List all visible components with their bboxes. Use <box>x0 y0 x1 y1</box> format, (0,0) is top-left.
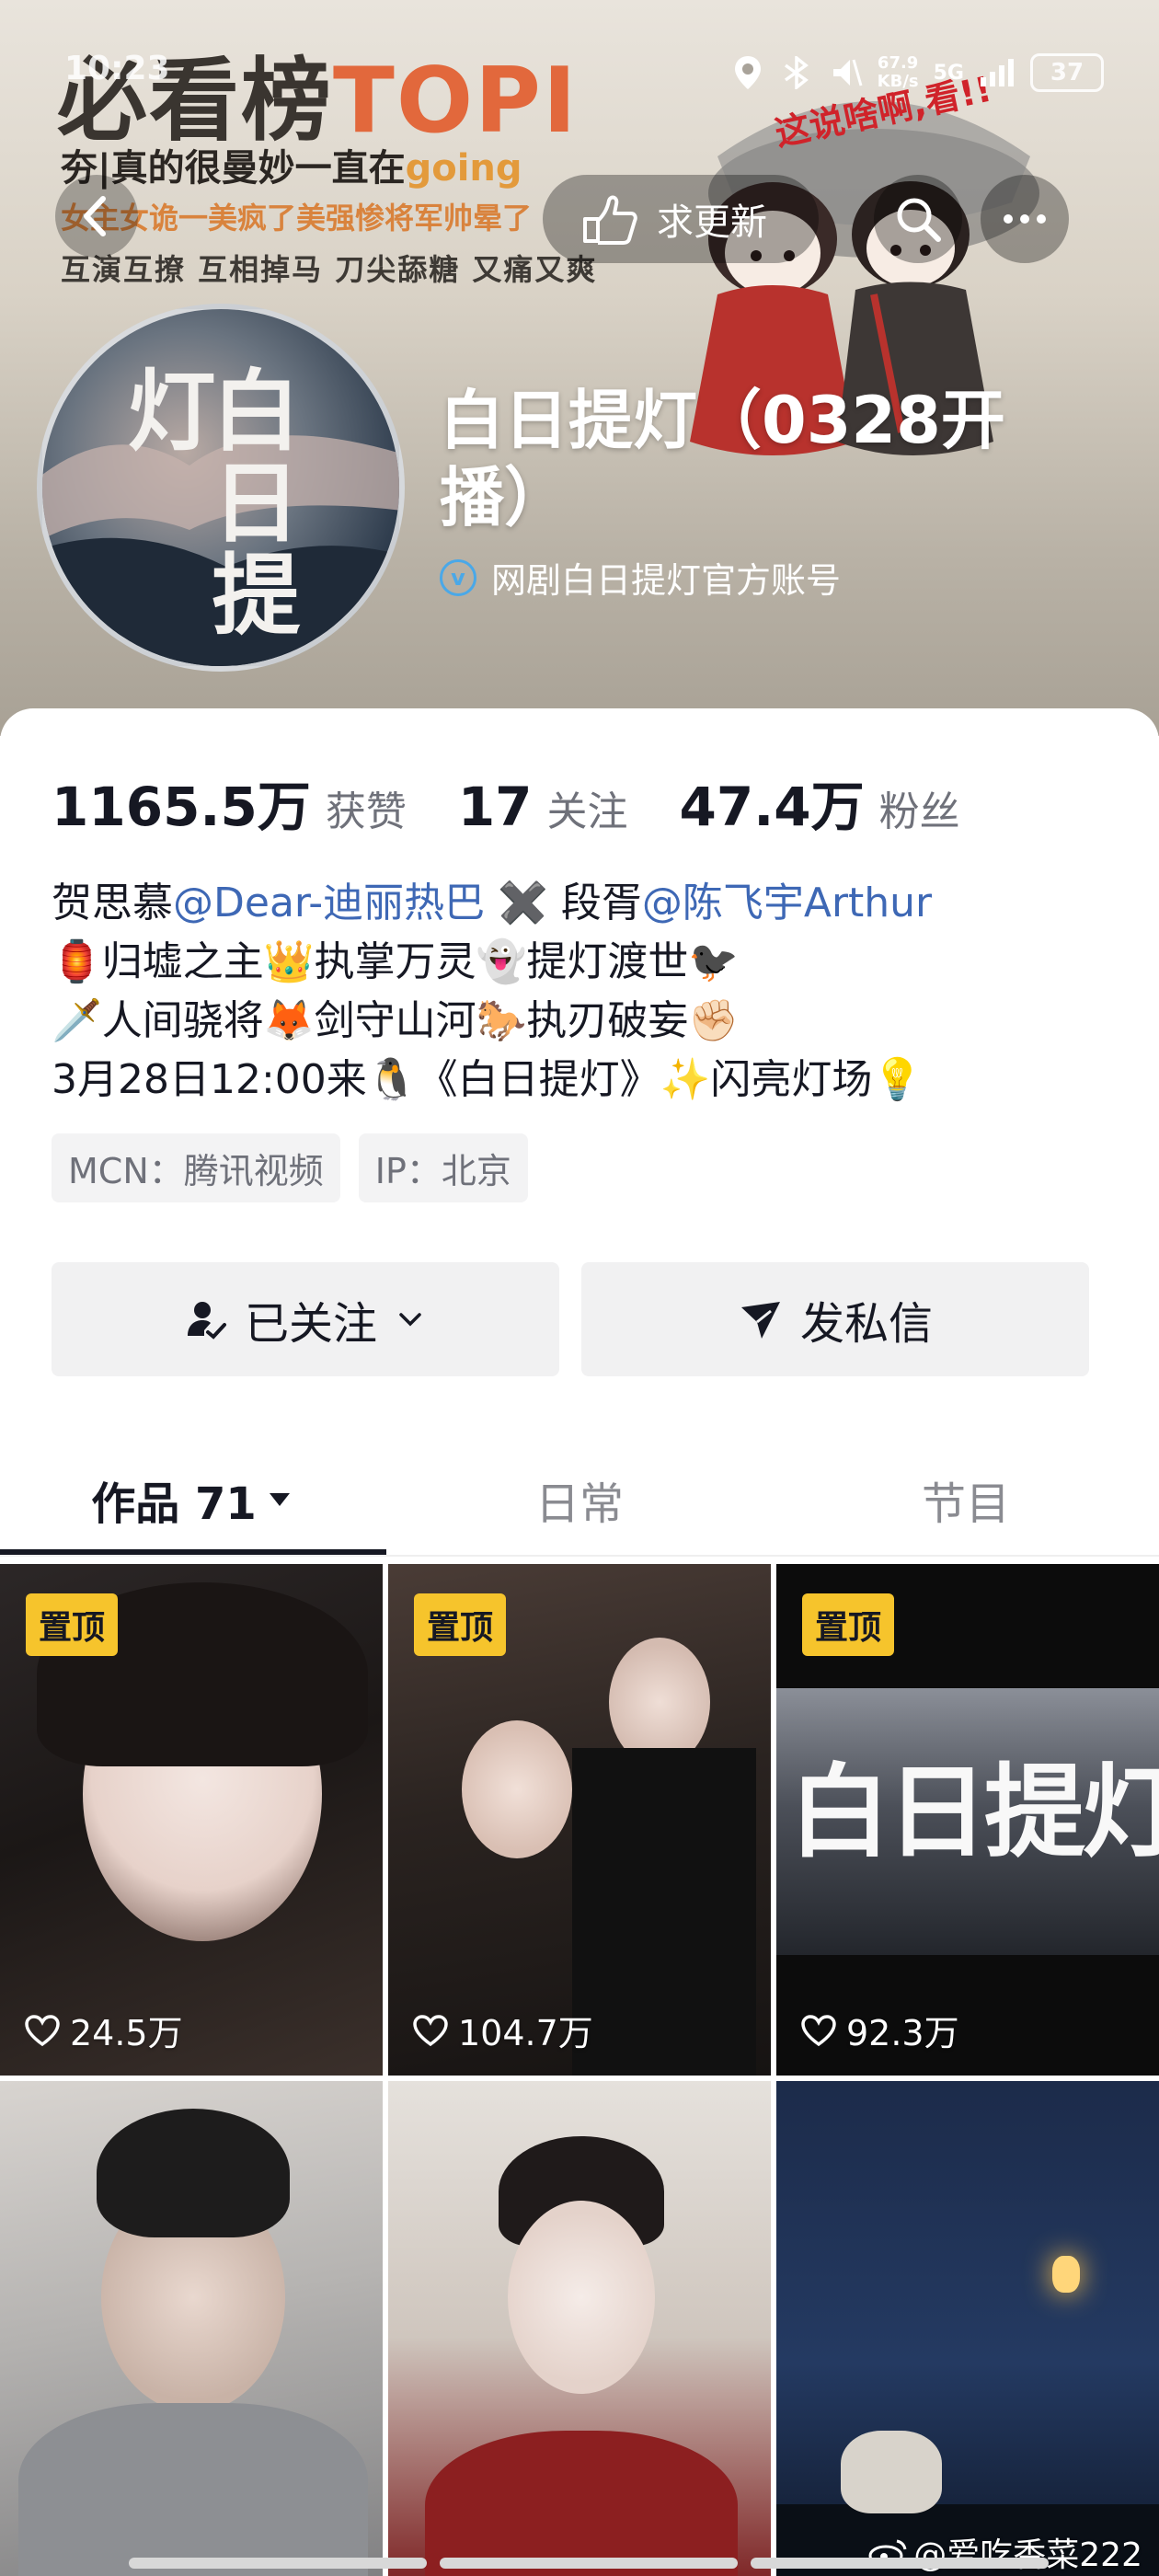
chevron-down-icon <box>399 1313 421 1327</box>
bluetooth-icon <box>784 56 809 89</box>
figure-coat <box>572 1748 756 2076</box>
likes-count: 1165.5万 <box>52 776 311 838</box>
like-count: 104.7万 <box>412 2005 593 2055</box>
message-button[interactable]: 发私信 <box>581 1262 1089 1376</box>
like-count: 92.3万 <box>800 2005 959 2055</box>
figures-shape <box>841 2431 942 2513</box>
avatar[interactable]: 白日提灯 <box>37 304 405 672</box>
verification-text: 网剧白日提灯官方账号 <box>491 560 842 601</box>
indicator-bar <box>129 2558 427 2569</box>
like-count-text: 104.7万 <box>458 2013 593 2053</box>
mute-icon <box>832 59 863 86</box>
verification: v 网剧白日提灯官方账号 <box>440 552 841 603</box>
followed-label: 已关注 <box>244 1298 377 1350</box>
heart-icon <box>801 2014 836 2046</box>
like-count: 24.5万 <box>24 2005 183 2055</box>
heart-icon <box>25 2014 60 2046</box>
more-dot-icon <box>1004 214 1013 224</box>
tab-works[interactable]: 作品 71 <box>0 1444 386 1555</box>
hair-shape <box>97 2109 290 2237</box>
video-thumbnail[interactable]: 置顶 104.7万 <box>388 1564 771 2076</box>
red-robe-shape <box>425 2431 738 2576</box>
back-arrow-icon <box>84 196 106 236</box>
bio-line: 🏮归墟之主👑执掌万灵👻提灯渡世🐦‍⬛ <box>52 938 740 985</box>
following-label[interactable]: 关注 <box>547 778 628 837</box>
message-label: 发私信 <box>799 1298 933 1350</box>
armor-shape <box>18 2403 368 2576</box>
following-count[interactable]: 17 <box>458 776 533 838</box>
video-thumbnail[interactable] <box>388 2081 771 2576</box>
video-thumbnail[interactable] <box>776 2081 1159 2576</box>
caret-down-icon <box>269 1493 290 1506</box>
home-indicator <box>129 2558 1049 2569</box>
bio: 贺思慕@Dear-迪丽热巴 ✖️ 段胥@陈飞宇Arthur 🏮归墟之主👑执掌万灵… <box>52 874 1109 1110</box>
thumbnail-image <box>462 1720 572 1858</box>
watermark-text: @爱吃香菜222 <box>913 2536 1142 2574</box>
search-icon <box>897 198 941 242</box>
video-thumbnail[interactable] <box>0 2081 383 2576</box>
tab-divider <box>0 1555 1159 1557</box>
ip-tag: IP：北京 <box>358 1133 528 1202</box>
signal-icon <box>981 59 1014 86</box>
profile-tags: MCN：腾讯视频 IP：北京 <box>52 1133 528 1202</box>
request-update-label: 求更新 <box>657 201 767 244</box>
video-thumbnail[interactable]: 白日提灯 置顶 92.3万 <box>776 1564 1159 2076</box>
video-title-overlay: 白日提灯 <box>789 1753 1159 1871</box>
send-icon <box>740 1302 780 1339</box>
bio-line: 3月28日12:00来🐧《白日提灯》✨闪亮灯场💡 <box>52 1056 924 1103</box>
banner-keywords: 互演互撩 互相掉马 刀尖舔糖 又痛又爽 <box>61 252 598 287</box>
back-button[interactable] <box>55 175 138 258</box>
tab-shows[interactable]: 节目 <box>773 1444 1159 1555</box>
likes-label: 获赞 <box>325 788 407 835</box>
search-button[interactable] <box>874 175 962 263</box>
mcn-tag[interactable]: MCN：腾讯视频 <box>52 1133 340 1202</box>
bio-text: 贺思慕 <box>52 880 173 926</box>
verified-icon: v <box>440 558 476 596</box>
network-type: 5G <box>933 61 964 85</box>
pinned-badge: 置顶 <box>414 1593 507 1656</box>
profile-stats: 1165.5万 获赞 17 关注 47.4万 粉丝 <box>52 764 1012 841</box>
bio-line: 🗡️人间骁将🦊剑守山河🐎执刃破妄✊🏻 <box>52 997 740 1044</box>
like-count-text: 92.3万 <box>846 2013 959 2053</box>
thumbnail-image <box>508 2201 655 2394</box>
more-dot-icon <box>1037 214 1046 224</box>
location-icon <box>734 56 761 89</box>
indicator-bar <box>440 2558 738 2569</box>
profile-card: 1165.5万 获赞 17 关注 47.4万 粉丝 贺思慕@Dear-迪丽热巴 … <box>0 708 1159 2576</box>
lantern-icon <box>1052 2256 1080 2293</box>
thumbnail-image <box>609 1638 710 1766</box>
pinned-badge: 置顶 <box>26 1593 119 1656</box>
user-check-icon <box>187 1302 226 1340</box>
pinned-badge: 置顶 <box>802 1593 895 1656</box>
status-time: 10:23 <box>64 50 170 87</box>
fans-count[interactable]: 47.4万 <box>680 764 865 841</box>
mention-link[interactable]: @Dear-迪丽热巴 <box>173 880 485 926</box>
more-dot-icon <box>1020 214 1029 224</box>
fans-label[interactable]: 粉丝 <box>879 778 960 837</box>
request-update-button[interactable]: 求更新 <box>543 175 819 263</box>
followed-button[interactable]: 已关注 <box>52 1262 559 1376</box>
battery-indicator: 37 <box>1030 53 1104 92</box>
mention-link[interactable]: @陈飞宇Arthur <box>642 880 932 926</box>
network-speed: 67.9 KB/s <box>877 53 919 91</box>
tab-daily[interactable]: 日常 <box>386 1444 773 1555</box>
like-count-text: 24.5万 <box>70 2013 183 2053</box>
bio-text: ✖️ 段胥 <box>485 880 642 926</box>
status-bar: 10:23 67.9 KB/s 5G 37 <box>0 0 1159 92</box>
watermark: @爱吃香菜222 <box>867 2528 1142 2576</box>
account-name: 白日提灯（0328开播） <box>440 383 1005 535</box>
video-thumbnail[interactable]: 置顶 24.5万 <box>0 1564 383 2076</box>
tab-works-label: 作品 71 <box>91 1478 257 1530</box>
avatar-title: 白日提灯 <box>112 364 300 640</box>
more-button[interactable] <box>981 175 1069 263</box>
profile-tabs: 作品 71 日常 节目 <box>0 1444 1159 1555</box>
heart-icon <box>413 2014 448 2046</box>
indicator-bar <box>751 2558 1049 2569</box>
pointing-hand-icon <box>583 195 637 245</box>
